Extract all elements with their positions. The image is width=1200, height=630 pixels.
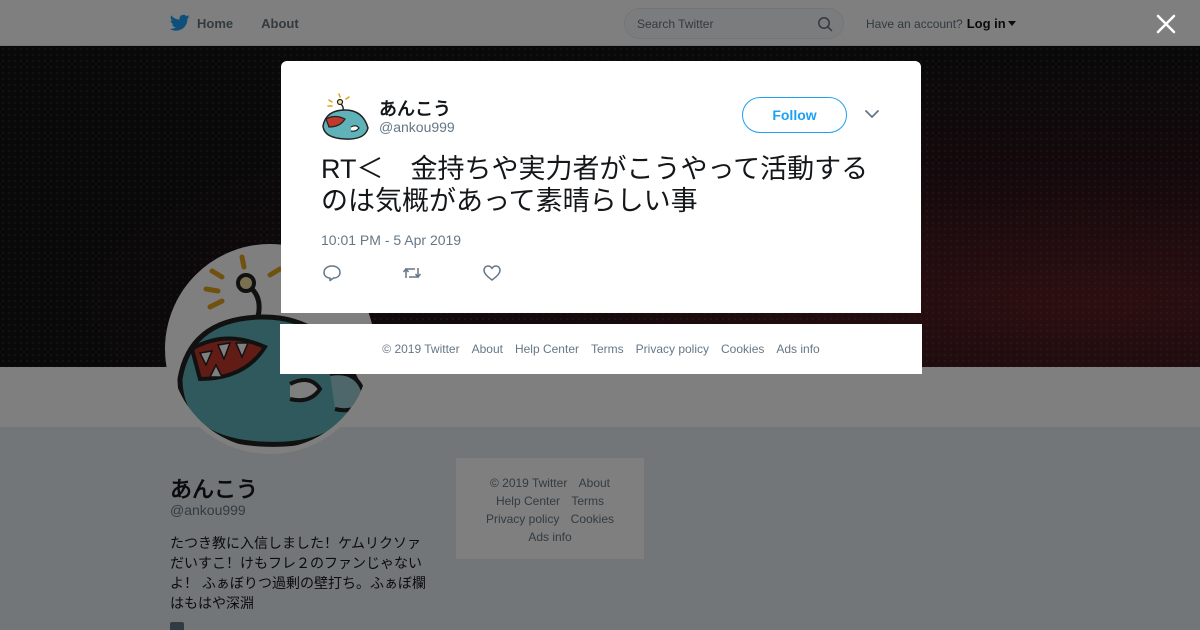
modal-footer-ads-link[interactable]: Ads info: [776, 342, 819, 356]
modal-footer-copyright: © 2019 Twitter: [382, 342, 460, 356]
tweet-text: RT＜ 金持ちや実力者がこうやって活動するのは気概があって素晴らしい事: [321, 154, 869, 216]
modal-footer: © 2019 Twitter About Help Center Terms P…: [280, 324, 922, 374]
close-icon[interactable]: [1154, 12, 1178, 36]
tweet-timestamp[interactable]: 10:01 PM - 5 Apr 2019: [321, 232, 461, 248]
author-handle[interactable]: @ankou999: [379, 119, 455, 135]
retweet-icon[interactable]: [402, 264, 422, 282]
modal-footer-about-link[interactable]: About: [472, 342, 503, 356]
reply-icon[interactable]: [322, 264, 342, 282]
follow-button[interactable]: Follow: [742, 97, 847, 133]
author-avatar[interactable]: [321, 92, 369, 140]
modal-footer-privacy-link[interactable]: Privacy policy: [636, 342, 709, 356]
modal-footer-help-link[interactable]: Help Center: [515, 342, 579, 356]
heart-icon[interactable]: [482, 264, 502, 282]
chevron-down-icon[interactable]: [865, 109, 879, 119]
author-name[interactable]: あんこう: [379, 95, 451, 121]
modal-footer-cookies-link[interactable]: Cookies: [721, 342, 764, 356]
modal-footer-terms-link[interactable]: Terms: [591, 342, 624, 356]
tweet-modal: あんこう @ankou999 Follow RT＜ 金持ちや実力者がこうやって活…: [281, 61, 921, 313]
